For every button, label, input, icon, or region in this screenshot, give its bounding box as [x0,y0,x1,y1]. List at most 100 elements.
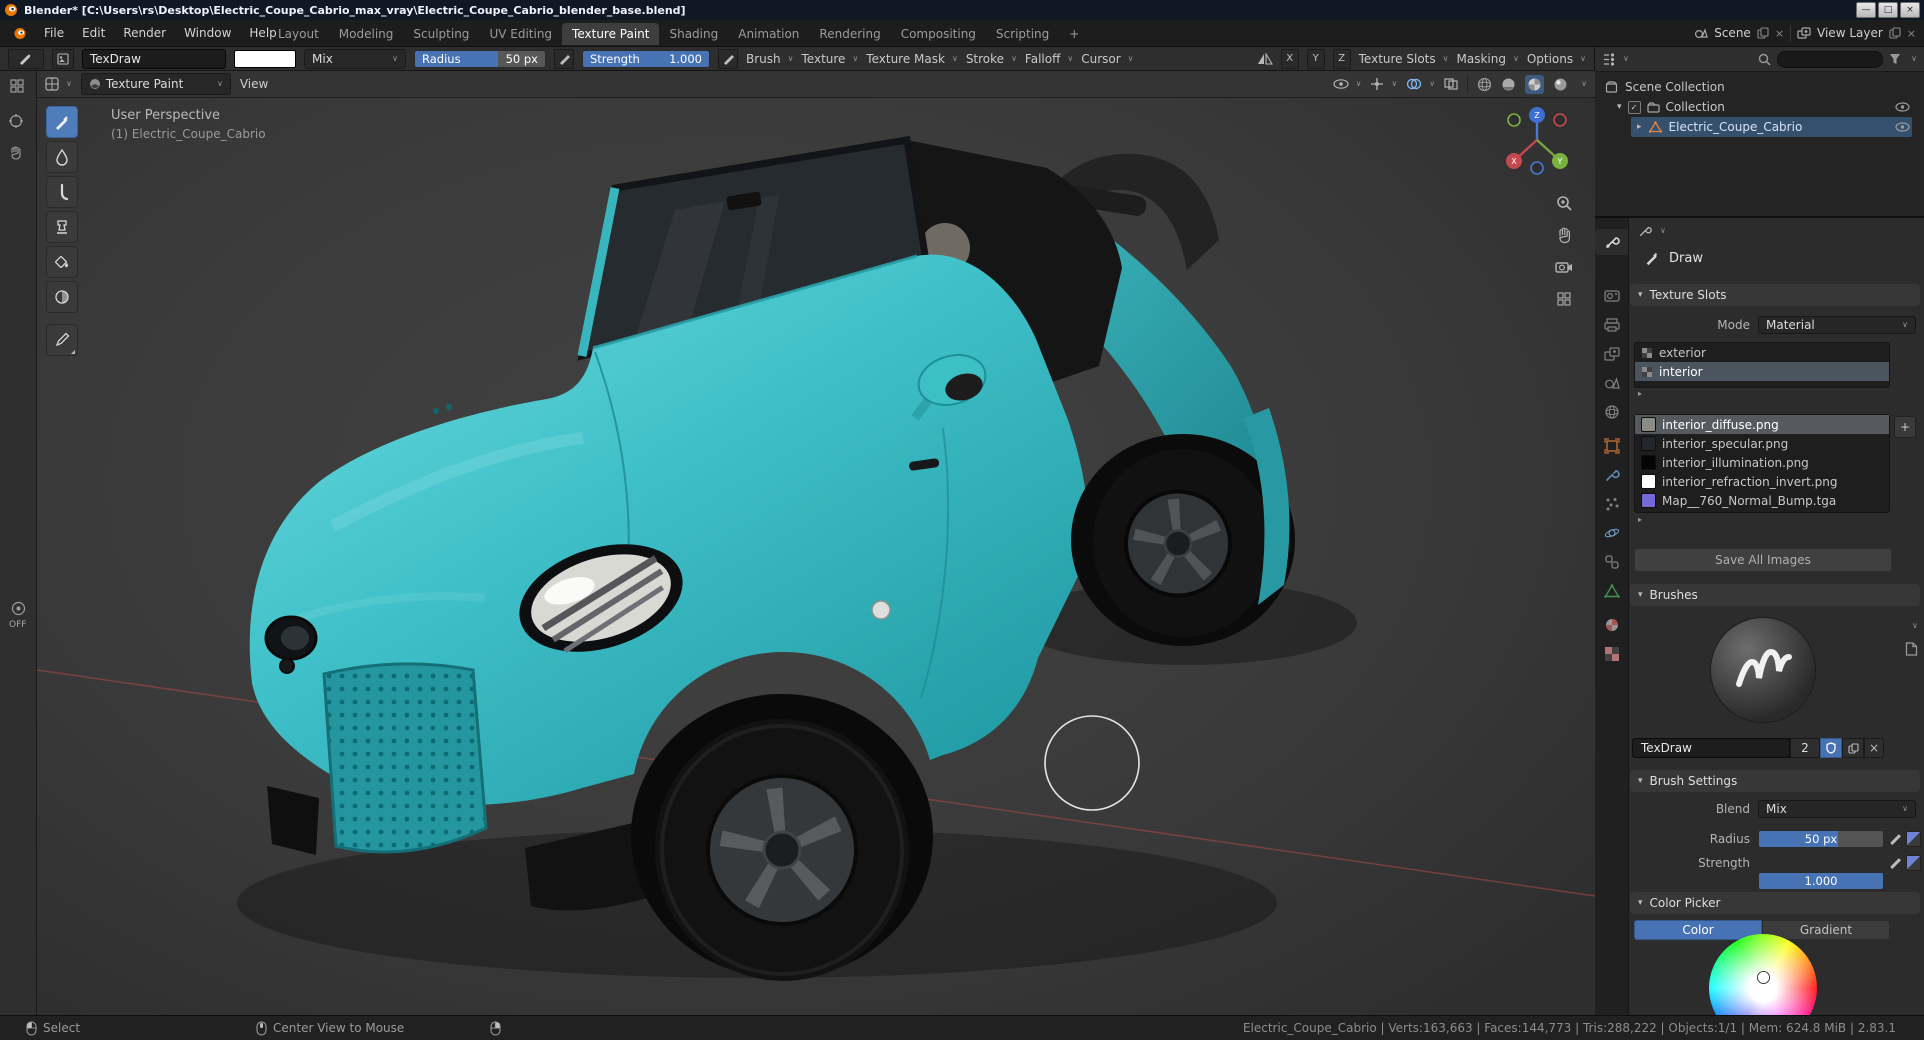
view-layer-name[interactable]: View Layer [1817,26,1883,40]
brush-name-field[interactable]: TexDraw [1632,738,1790,758]
brush-image-icon[interactable] [52,48,74,69]
workspace-tab-modeling[interactable]: Modeling [329,23,404,45]
cursor-tool-icon[interactable] [8,113,24,129]
minimize-button[interactable]: — [1856,2,1876,18]
blend-dropdown[interactable]: Mix ∨ [1758,800,1916,818]
color-wheel[interactable] [1709,934,1817,1015]
masking-menu[interactable]: Masking ∨ [1457,52,1519,66]
mirror-z-toggle[interactable]: Z [1332,48,1351,69]
brush-datablock-field[interactable]: TexDraw [82,48,226,69]
fake-user-toggle[interactable] [1820,738,1842,758]
panel-header-brushes[interactable]: ▾ Brushes [1630,584,1920,606]
visibility-eye-icon[interactable] [1895,122,1910,132]
navigation-gizmo[interactable]: X Y Z [1499,102,1575,178]
outliner-row-collection[interactable]: ▾ ✓ Collection [1595,97,1924,117]
tab-material[interactable] [1595,612,1628,638]
move-tool-icon[interactable] [9,145,23,161]
tool-draw-button[interactable] [46,106,78,138]
object-expander[interactable]: ▸ [1637,122,1642,132]
falloff-menu[interactable]: Falloff ∨ [1025,52,1073,66]
shading-material-button[interactable] [1525,74,1545,94]
workspace-tab-animation[interactable]: Animation [728,23,809,45]
left-collapsed-panel[interactable]: OFF [0,71,37,1015]
tab-texture[interactable] [1595,641,1628,667]
radius-unified-toggle[interactable] [1906,831,1921,847]
gizmos-dropdown[interactable]: ∨ [1370,77,1397,91]
outliner-search-input[interactable] [1777,50,1884,68]
tab-render[interactable] [1595,283,1628,309]
panel-header-texture-slots[interactable]: ▾ Texture Slots [1630,284,1920,306]
tab-output[interactable] [1595,312,1628,338]
shading-dropdown-chevron[interactable]: ∨ [1581,80,1587,88]
slot-list-expander[interactable]: ▸ [1638,390,1642,398]
filter-icon[interactable] [1889,53,1901,65]
outliner-row-object[interactable]: ▸ Electric_Coupe_Cabrio [1595,117,1924,137]
remove-view-layer-icon[interactable]: × [1907,27,1916,40]
unlink-brush-button[interactable]: × [1864,738,1884,758]
duplicate-brush-button[interactable] [1842,738,1864,758]
xray-toggle[interactable] [1444,78,1458,90]
outliner-row-scene-collection[interactable]: Scene Collection [1595,77,1924,97]
tool-fill-button[interactable] [46,246,78,278]
radius-slider[interactable]: Radius 50 px [414,49,546,68]
texture-slots-menu[interactable]: Texture Slots ∨ [1359,52,1449,66]
annotation-visibility-icon[interactable] [11,601,26,616]
collection-expander[interactable]: ▾ [1617,102,1622,112]
perspective-toggle-icon[interactable] [1553,288,1575,310]
radius-pressure-icon[interactable] [1888,832,1901,845]
tab-world[interactable] [1595,399,1628,425]
workspace-tab-rendering[interactable]: Rendering [809,23,890,45]
blender-menu-icon[interactable] [6,27,35,40]
tab-active-tool[interactable] [1595,229,1628,255]
workspace-tab-layout[interactable]: Layout [268,23,329,45]
stroke-menu[interactable]: Stroke ∨ [966,52,1017,66]
overlays-dropdown[interactable]: ∨ [1406,78,1435,90]
add-workspace-button[interactable]: + [1059,23,1089,45]
tool-clone-button[interactable] [46,211,78,243]
strength-pressure-icon[interactable] [718,48,738,69]
radius-slider[interactable]: 50 px [1758,830,1884,848]
menu-edit[interactable]: Edit [73,26,114,40]
strength-slider[interactable]: Strength 1.000 [582,49,710,68]
editor-type-icon[interactable]: ∨ [45,77,72,91]
image-list-expander[interactable]: ▸ [1638,516,1642,524]
viewport-canvas[interactable]: User Perspective (1) Electric_Coupe_Cabr… [37,98,1595,1015]
slot-row-exterior[interactable]: exterior [1635,343,1889,362]
cursor-menu[interactable]: Cursor ∨ [1081,52,1133,66]
image-list[interactable]: interior_diffuse.png interior_specular.p… [1634,414,1890,513]
slot-row-interior[interactable]: interior [1635,362,1889,381]
image-row[interactable]: Map__760_Normal_Bump.tga [1635,491,1889,510]
color-wheel-cursor[interactable] [1758,972,1769,983]
new-scene-icon[interactable] [1757,27,1769,39]
radius-pressure-icon[interactable] [554,48,574,69]
camera-view-icon[interactable] [1553,256,1575,278]
panel-header-color-picker[interactable]: ▾ Color Picker [1630,892,1920,914]
workspace-tab-scripting[interactable]: Scripting [986,23,1059,45]
tab-modifiers[interactable] [1595,462,1628,488]
zoom-icon[interactable] [1553,192,1575,214]
tool-mask-button[interactable] [46,281,78,313]
image-row[interactable]: interior_illumination.png [1635,453,1889,472]
panel-header-brush-settings[interactable]: ▾ Brush Settings [1630,770,1920,792]
tab-particles[interactable] [1595,491,1628,517]
menu-file[interactable]: File [35,26,73,40]
brush-browse-chevron[interactable]: ∨ [1912,622,1918,630]
workspace-tab-uv-editing[interactable]: UV Editing [479,23,562,45]
save-all-images-button[interactable]: Save All Images [1634,548,1892,572]
menu-render[interactable]: Render [114,26,175,40]
texture-mask-menu[interactable]: Texture Mask ∨ [866,52,958,66]
object-visibility-dropdown[interactable]: ∨ [1332,79,1361,89]
brush-users-count[interactable]: 2 [1790,738,1820,758]
mirror-y-toggle[interactable]: Y [1306,48,1325,69]
view-menu[interactable]: View [240,77,268,91]
strength-pressure-icon[interactable] [1888,856,1901,869]
image-row[interactable]: interior_diffuse.png [1635,415,1889,434]
mode-dropdown[interactable]: Texture Paint ∨ [80,73,231,95]
image-row[interactable]: interior_refraction_invert.png [1635,472,1889,491]
new-view-layer-icon[interactable] [1889,27,1901,39]
menu-window[interactable]: Window [175,26,240,40]
mode-dropdown[interactable]: Material ∨ [1758,316,1916,334]
tool-smear-button[interactable] [46,176,78,208]
viewport-3d[interactable]: ∨ Texture Paint ∨ View ∨ ∨ ∨ ∨ User Pers… [37,71,1595,1015]
filter-dropdown-chevron[interactable]: ∨ [1911,55,1917,63]
